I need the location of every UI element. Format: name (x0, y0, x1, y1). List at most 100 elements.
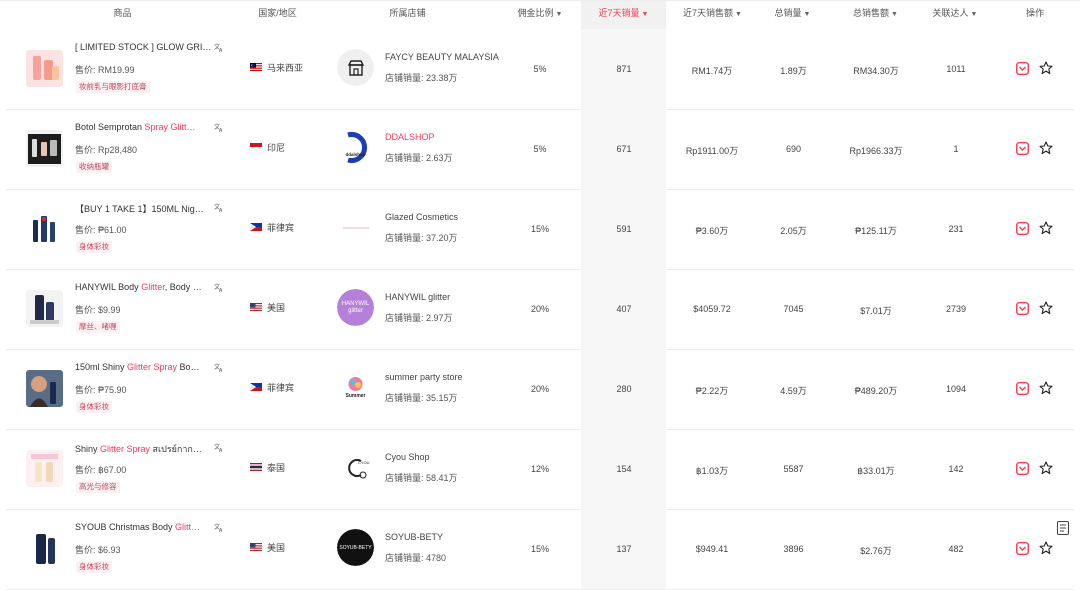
product-price: 售价: $6.93 (75, 545, 121, 555)
favorite-star-icon[interactable] (1039, 61, 1053, 75)
header-product: 商品 (113, 8, 132, 18)
tiktok-shop-icon[interactable] (1015, 221, 1030, 236)
table-row[interactable]: SYOUB Christmas Body Glitt… 文A 售价: $6.93… (6, 509, 1074, 590)
linked-creators: 142 (948, 464, 964, 474)
header-total-sales[interactable]: 总销量 ▼ (760, 1, 825, 30)
tiktok-shop-icon[interactable] (1015, 541, 1030, 556)
shop-logo[interactable] (337, 49, 374, 86)
header-revenue-7d[interactable]: 近7天销售额 ▼ (670, 1, 755, 30)
translate-icon[interactable]: 文A (214, 122, 224, 134)
shop-sales: 店铺销量: 35.15万 (385, 393, 458, 403)
product-thumbnail[interactable] (26, 210, 63, 247)
favorite-star-icon[interactable] (1039, 141, 1053, 155)
product-title[interactable]: 【BUY 1 TAKE 1】150ML Nig… (75, 202, 215, 215)
table-row[interactable]: 150ml Shiny Glitter Spray Bo… 文A 售价: ₱75… (6, 349, 1074, 430)
product-thumbnail[interactable] (26, 530, 63, 567)
total-revenue: $7.01万 (860, 306, 892, 316)
favorite-star-icon[interactable] (1039, 461, 1053, 475)
shop-logo[interactable] (337, 209, 374, 246)
shop-sales: 店铺销量: 37.20万 (385, 233, 458, 243)
shop-sales: 店铺销量: 4780 (385, 553, 447, 563)
tiktok-shop-icon[interactable] (1015, 141, 1030, 156)
header-creators[interactable]: 关联达人 ▼ (920, 1, 990, 30)
svg-text:A: A (219, 448, 223, 452)
product-title[interactable]: 150ml Shiny Glitter Spray Bo… (75, 362, 215, 372)
tiktok-shop-icon[interactable] (1015, 381, 1030, 396)
svg-text:A: A (219, 288, 223, 292)
favorite-star-icon[interactable] (1039, 301, 1053, 315)
country-name: 印尼 (267, 143, 286, 153)
header-shop: 所属店铺 (389, 8, 426, 18)
document-icon[interactable] (1056, 520, 1070, 536)
translate-icon[interactable]: 文A (214, 202, 224, 214)
translate-icon[interactable]: 文A (214, 282, 224, 294)
translate-icon[interactable]: 文A (214, 522, 224, 534)
shop-name[interactable]: summer party store (385, 372, 463, 382)
tiktok-shop-icon[interactable] (1015, 61, 1030, 76)
commission-rate: 15% (530, 224, 549, 234)
shop-name[interactable]: SOYUB-BETY (385, 532, 443, 542)
shop-logo[interactable]: Summer (337, 369, 374, 406)
storefront-icon (337, 49, 374, 86)
total-sales: 4.59万 (780, 386, 807, 396)
commission-rate: 12% (530, 464, 549, 474)
product-title[interactable]: HANYWIL Body Glitter, Body … (75, 282, 215, 292)
sort-down-icon: ▼ (803, 11, 811, 18)
table-row[interactable]: Shiny Glitter Spray สเปรย์กาก… 文A 售价: ฿6… (6, 429, 1074, 510)
sort-down-icon: ▼ (641, 11, 649, 18)
product-thumbnail[interactable] (26, 50, 63, 87)
product-thumbnail[interactable] (26, 290, 63, 327)
header-country: 国家/地区 (258, 8, 297, 18)
linked-creators: 2739 (945, 304, 967, 314)
shop-name[interactable]: Cyou Shop (385, 452, 430, 462)
table-row[interactable]: 【BUY 1 TAKE 1】150ML Nig… 文A 售价: ₱61.00 身… (6, 189, 1074, 270)
table-row[interactable]: Botol Semprotan Spray Glitt… 文A 售价: Rp28… (6, 109, 1074, 190)
shop-sales: 店铺销量: 23.38万 (385, 73, 458, 83)
glazed-logo (337, 209, 374, 246)
product-thumbnail[interactable] (26, 370, 63, 407)
product-title[interactable]: Botol Semprotan Spray Glitt… (75, 122, 215, 132)
category-tag: 妆前乳与眼影打底膏 (76, 81, 150, 93)
header-total-revenue[interactable]: 总销售额 ▼ (838, 1, 913, 30)
sales-7d: 154 (616, 464, 632, 474)
translate-icon[interactable]: 文A (214, 442, 224, 454)
favorite-star-icon[interactable] (1039, 381, 1053, 395)
total-sales: 690 (785, 144, 802, 154)
shop-logo[interactable]: CYOU (337, 449, 374, 486)
shop-name[interactable]: Glazed Cosmetics (385, 212, 458, 222)
shop-logo[interactable]: SOYUB-BETY (337, 529, 374, 566)
product-title[interactable]: Shiny Glitter Spray สเปรย์กาก… (75, 442, 215, 456)
sort-down-icon: ▼ (555, 11, 563, 18)
total-sales: 2.05万 (780, 226, 807, 236)
sales-7d: 137 (616, 544, 632, 554)
favorite-star-icon[interactable] (1039, 541, 1053, 555)
header-commission[interactable]: 佣金比例 ▼ (505, 1, 575, 30)
sort-down-icon: ▼ (970, 11, 978, 18)
favorite-star-icon[interactable] (1039, 221, 1053, 235)
country-name: 泰国 (267, 463, 286, 473)
svg-text:A: A (219, 128, 223, 132)
ddalshop-logo: ddalshop (337, 129, 374, 166)
tiktok-shop-icon[interactable] (1015, 301, 1030, 316)
shop-logo[interactable]: ddalshop (337, 129, 374, 166)
translate-icon[interactable]: 文A (214, 42, 224, 54)
flag-malaysia-icon (250, 63, 262, 71)
shop-sales: 店铺销量: 2.63万 (385, 153, 453, 163)
shop-logo[interactable]: HANYWIL glitter (337, 289, 374, 326)
table-row[interactable]: HANYWIL Body Glitter, Body … 文A 售价: $9.9… (6, 269, 1074, 350)
translate-icon[interactable]: 文A (214, 362, 224, 374)
product-price: 售价: Rp28,480 (75, 145, 138, 155)
product-thumbnail[interactable] (26, 450, 63, 487)
shop-name[interactable]: HANYWIL glitter (385, 292, 450, 302)
product-thumbnail[interactable] (26, 130, 63, 167)
tiktok-shop-icon[interactable] (1015, 461, 1030, 476)
product-title[interactable]: [ LIMITED STOCK ] GLOW GRI… (75, 42, 215, 52)
shop-name[interactable]: FAYCY BEAUTY MALAYSIA (385, 52, 499, 62)
table-row[interactable]: [ LIMITED STOCK ] GLOW GRI… 文A 售价: RM19.… (6, 29, 1074, 110)
sort-down-icon: ▼ (735, 11, 742, 18)
category-tag: 身体彩妆 (76, 241, 112, 253)
summer-logo: Summer (337, 369, 374, 406)
header-sales-7d[interactable]: 近7天销量 ▼ (581, 1, 666, 30)
product-title[interactable]: SYOUB Christmas Body Glitt… (75, 522, 215, 532)
shop-name[interactable]: DDALSHOP (385, 132, 435, 142)
